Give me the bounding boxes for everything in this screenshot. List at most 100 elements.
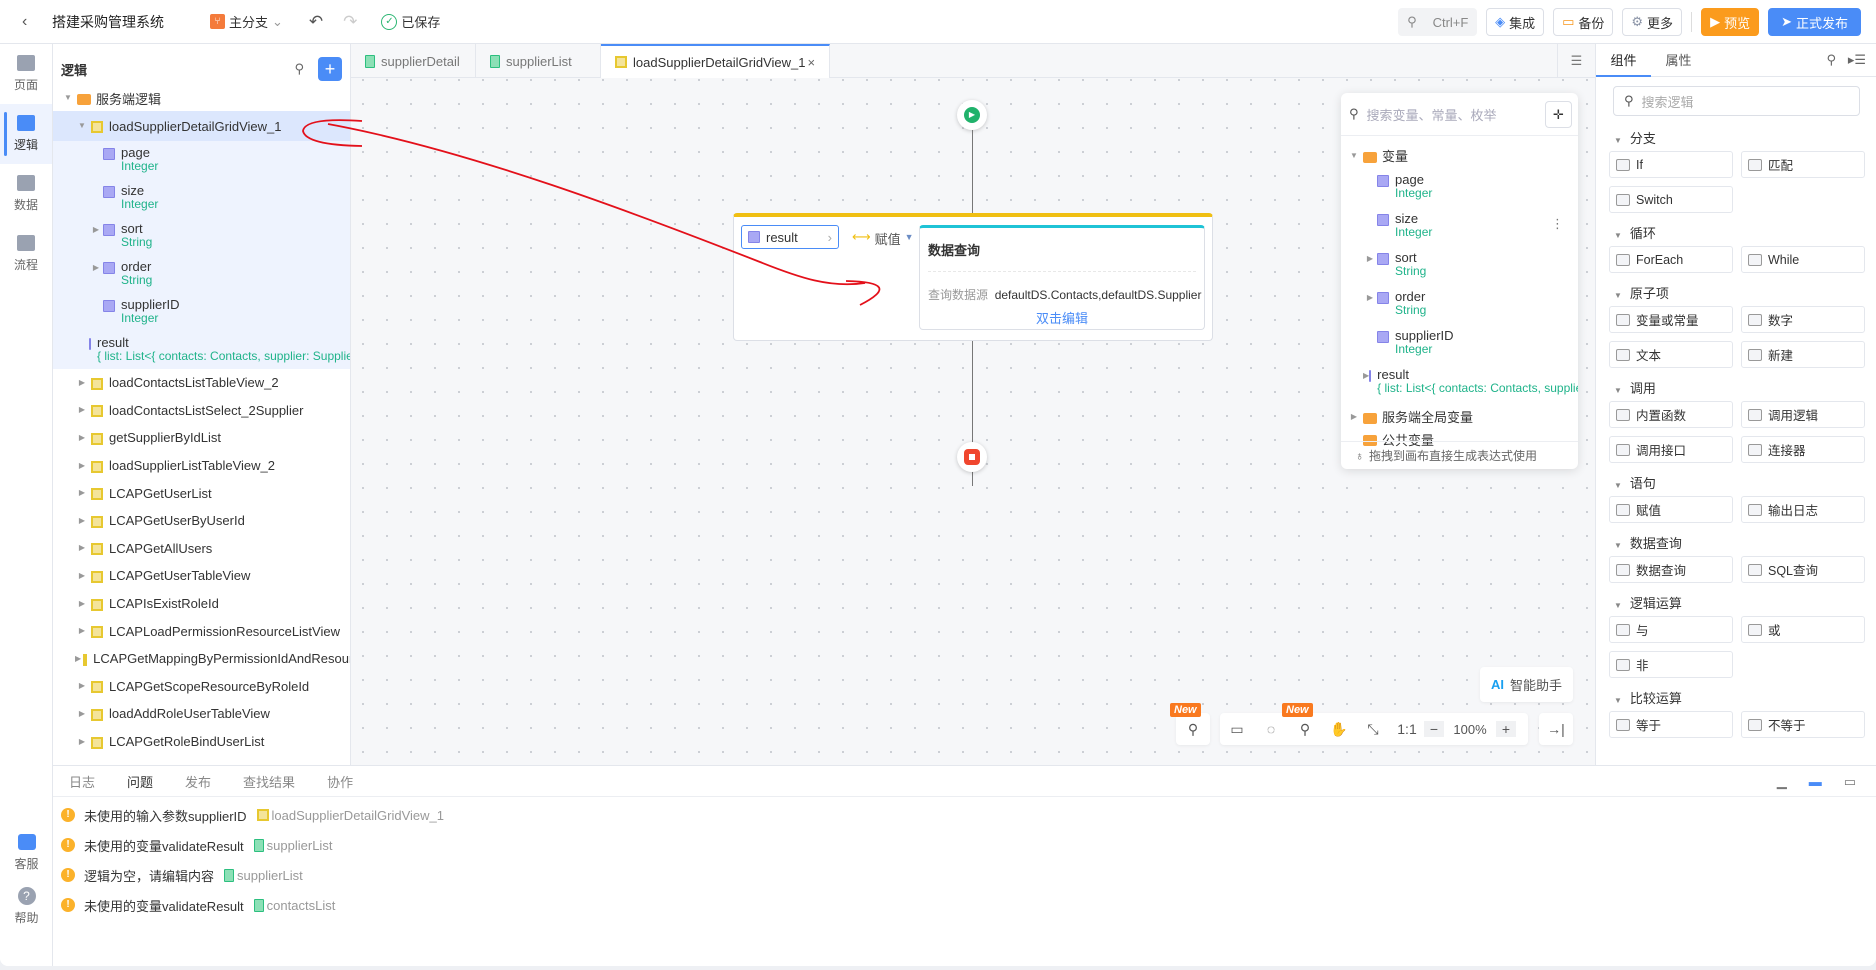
start-node[interactable]: ▶ <box>957 100 987 130</box>
component-等于[interactable]: 等于 <box>1609 711 1733 738</box>
caret-right-icon[interactable]: ▶ <box>75 485 89 501</box>
caret-right-icon[interactable]: ▶ <box>75 596 89 612</box>
variable-folder[interactable]: ▼ 变量 <box>1341 142 1578 169</box>
component-与[interactable]: 与 <box>1609 616 1733 643</box>
more-button[interactable]: ⚙ 更多 <box>1622 8 1683 36</box>
tree-param[interactable]: page Integer <box>53 141 350 179</box>
variable-item[interactable]: page Integer <box>1341 169 1578 208</box>
tab-properties[interactable]: 属性 <box>1651 44 1706 77</box>
section-header[interactable]: ▼ 原子项 <box>1614 283 1876 302</box>
component-变量或常量[interactable]: 变量或常量 <box>1609 306 1733 333</box>
fit-icon[interactable]: ⤡ <box>1356 721 1390 738</box>
zoom-in-button[interactable]: + <box>1496 721 1516 737</box>
assignment-block[interactable]: result › ⟷ 赋值 ▼ 数据查询 查询数据源 defaultDS.Contac… <box>733 213 1213 341</box>
caret-right-icon[interactable]: ▶ <box>75 623 89 639</box>
collapse-panel-button[interactable]: →| <box>1539 713 1573 745</box>
tab-loadSupplierDetailGridView_1[interactable]: loadSupplierDetailGridView_1 × <box>601 44 831 78</box>
tree-item[interactable]: ▶ loadContactsListSelect_2Supplier <box>53 397 350 425</box>
issue-link[interactable]: supplierList <box>224 868 303 883</box>
caret-right-icon[interactable]: ▶ <box>1347 409 1361 425</box>
search-icon[interactable]: ⚲ <box>1826 52 1836 68</box>
issue-row[interactable]: ! 逻辑为空，请编辑内容 supplierList <box>53 860 1876 890</box>
component-调用逻辑[interactable]: 调用逻辑 <box>1741 401 1865 428</box>
component-内置函数[interactable]: 内置函数 <box>1609 401 1733 428</box>
tab-supplierDetail[interactable]: supplierDetail <box>351 44 476 78</box>
component-非[interactable]: 非 <box>1609 651 1733 678</box>
tree-item[interactable]: ▶ LCAPGetAllUsers <box>53 535 350 563</box>
nav-item-0[interactable]: 页面 <box>0 44 52 104</box>
tree-item[interactable]: ▶ LCAPIsExistRoleId <box>53 590 350 618</box>
component-Switch[interactable]: Switch <box>1609 186 1733 213</box>
branch-selector[interactable]: ⑂ 主分支 ⌄ <box>210 12 283 31</box>
bottom-tab-3[interactable]: 查找结果 <box>243 772 295 791</box>
caret-right-icon[interactable]: ▶ <box>75 513 89 529</box>
search-icon[interactable]: ⚲ <box>294 61 304 77</box>
section-header[interactable]: ▼ 比较运算 <box>1614 688 1876 707</box>
issue-row[interactable]: ! 未使用的输入参数supplierID loadSupplierDetailGri… <box>53 800 1876 830</box>
more-vertical-icon[interactable]: ⋮ <box>1551 216 1564 232</box>
tree-param[interactable]: supplierID Integer <box>53 293 350 331</box>
tree-item[interactable]: ▶ LCAPLoadPermissionResourceListView <box>53 617 350 645</box>
component-数据查询[interactable]: 数据查询 <box>1609 556 1733 583</box>
add-logic-button[interactable]: + <box>318 57 342 81</box>
issue-link[interactable]: contactsList <box>253 898 335 913</box>
variable-folder[interactable]: ▶ 服务端全局变量 <box>1341 403 1578 430</box>
tab-components[interactable]: 组件 <box>1596 44 1651 77</box>
data-query-block[interactable]: 数据查询 查询数据源 defaultDS.Contacts,defaultDS.… <box>919 225 1205 330</box>
caret-right-icon[interactable]: ▶ <box>75 651 81 667</box>
tree-item-selected[interactable]: ▼ loadSupplierDetailGridView_1 <box>53 111 350 141</box>
component-文本[interactable]: 文本 <box>1609 341 1733 368</box>
bottom-tab-4[interactable]: 协作 <box>327 772 353 791</box>
close-icon[interactable]: × <box>807 55 815 70</box>
issue-row[interactable]: ! 未使用的变量validateResult supplierList <box>53 830 1876 860</box>
caret-right-icon[interactable]: ▶ <box>1363 251 1377 267</box>
section-header[interactable]: ▼ 分支 <box>1614 128 1876 147</box>
bottom-tab-1[interactable]: 问题 <box>127 772 153 791</box>
comment-icon[interactable]: ◌ <box>1254 721 1288 737</box>
hand-icon[interactable]: ✋ <box>1322 721 1356 738</box>
caret-right-icon[interactable]: ▶ <box>75 540 89 556</box>
tree-param[interactable]: ▶ sort String <box>53 217 350 255</box>
tree-item[interactable]: ▶ loadSupplierListTableView_2 <box>53 452 350 480</box>
component-匹配[interactable]: 匹配 <box>1741 151 1865 178</box>
tree-param[interactable]: size Integer <box>53 179 350 217</box>
undo-icon[interactable]: ↶ <box>309 12 323 32</box>
section-header[interactable]: ▼ 逻辑运算 <box>1614 593 1876 612</box>
tree-item[interactable]: ▶ LCAPGetUserByUserId <box>53 507 350 535</box>
component-While[interactable]: While <box>1741 246 1865 273</box>
tree-item[interactable]: ▶ LCAPGetMappingByPermissionIdAndResource… <box>53 645 350 673</box>
tree-item[interactable]: ▶ loadContactsListTableView_2 <box>53 369 350 397</box>
nav-item-2[interactable]: 数据 <box>0 164 52 224</box>
tree-param[interactable]: result{ list: List<{ contacts: Contacts,… <box>53 331 350 369</box>
half-panel-icon[interactable]: ▬ <box>1809 774 1822 790</box>
component-ForEach[interactable]: ForEach <box>1609 246 1733 273</box>
logic-canvas[interactable]: supplierDetail supplierList loadSupplierDe… <box>351 44 1595 765</box>
caret-right-icon[interactable]: ▶ <box>89 260 103 276</box>
component-If[interactable]: If <box>1609 151 1733 178</box>
caret-right-icon[interactable]: ▶ <box>75 458 89 474</box>
bottom-tab-0[interactable]: 日志 <box>69 772 95 791</box>
tree-item[interactable]: ▶ LCAPGetRoleBindUserList <box>53 728 350 756</box>
tab-supplierList[interactable]: supplierList <box>476 44 601 78</box>
back-icon[interactable]: ‹ <box>22 13 42 31</box>
canvas-search-button[interactable]: ⚲ New <box>1170 702 1210 745</box>
caret-down-icon[interactable]: ▼ <box>75 118 89 134</box>
section-header[interactable]: ▼ 数据查询 <box>1614 533 1876 552</box>
component-或[interactable]: 或 <box>1741 616 1865 643</box>
component-新建[interactable]: 新建 <box>1741 341 1865 368</box>
caret-down-icon[interactable]: ▼ <box>1347 148 1361 164</box>
tree-folder[interactable]: ▼ 服务端逻辑 <box>53 85 350 111</box>
caret-right-icon[interactable]: ▶ <box>89 222 103 238</box>
pin-icon[interactable]: ✛ <box>1545 100 1572 128</box>
component-调用接口[interactable]: 调用接口 <box>1609 436 1733 463</box>
minimize-icon[interactable]: ▁ <box>1777 774 1787 790</box>
locate-icon[interactable]: ⚲ New <box>1282 702 1322 738</box>
list-icon[interactable]: ☰ <box>1557 44 1595 78</box>
tree-item[interactable]: ▶ loadAddRoleUserTableView <box>53 700 350 728</box>
component-连接器[interactable]: 连接器 <box>1741 436 1865 463</box>
component-不等于[interactable]: 不等于 <box>1741 711 1865 738</box>
issue-row[interactable]: ! 未使用的变量validateResult contactsList <box>53 890 1876 920</box>
assign-operator[interactable]: ⟷ 赋值 ▼ <box>852 229 914 248</box>
variable-item[interactable]: ▶ sort String <box>1341 247 1578 286</box>
publish-button[interactable]: ➤ 正式发布 <box>1768 8 1861 36</box>
